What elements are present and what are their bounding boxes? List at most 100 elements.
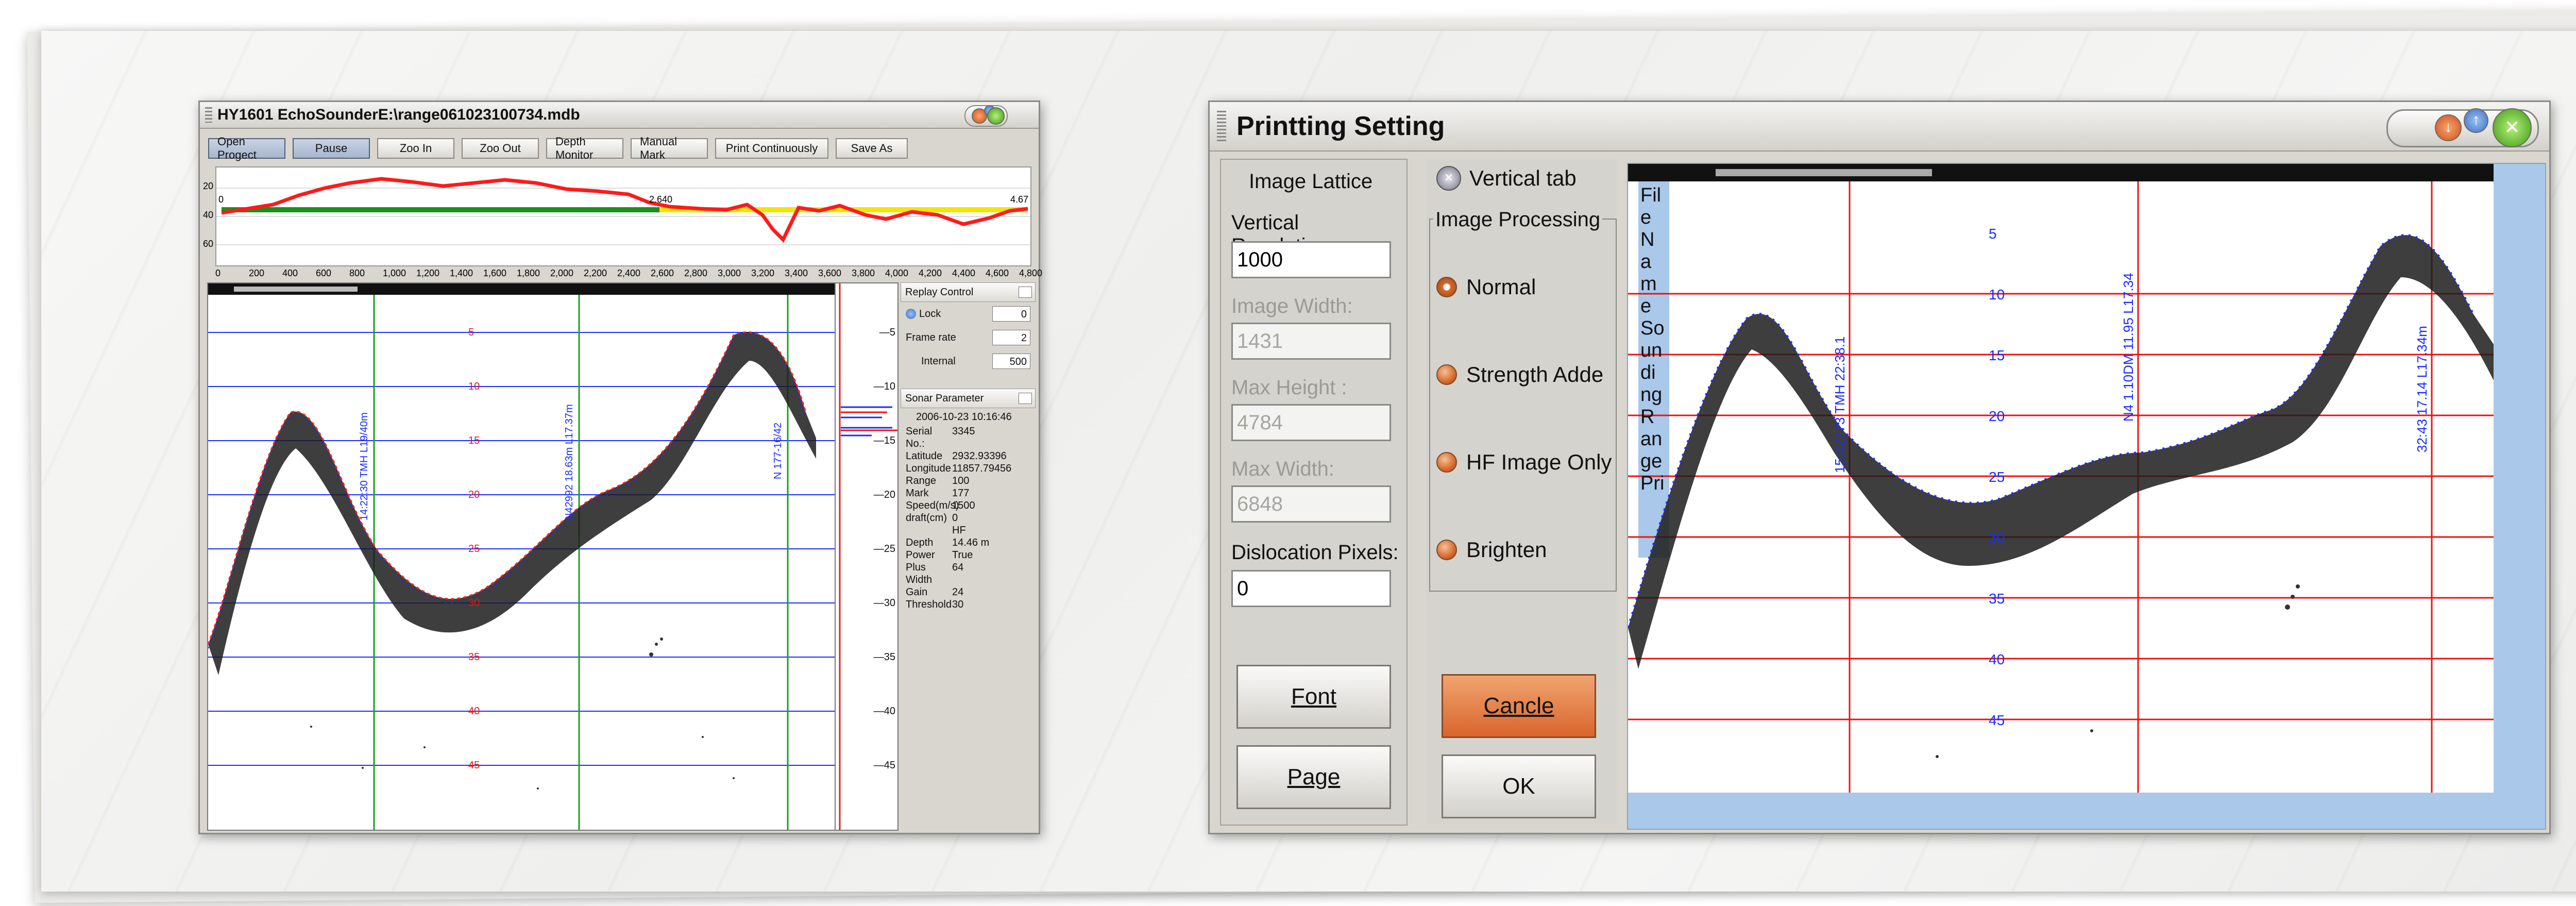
sonar-key: Power: [906, 549, 935, 561]
image-width-label: Image Width:: [1231, 295, 1353, 317]
preview-vertical-mark: 32:43 17.14 L17.34m: [2414, 326, 2430, 452]
radio-icon[interactable]: [1436, 452, 1457, 473]
ruler-tick: 4,200: [919, 268, 942, 278]
depth-monitor-button[interactable]: Depth Monitor: [546, 135, 623, 161]
sonar-key: Serial No.:: [906, 426, 933, 449]
option-label: HF Image Only: [1466, 450, 1612, 474]
zoom-out-button[interactable]: Zoo Out: [462, 138, 539, 159]
option-strength-added[interactable]: Strength Adde: [1436, 362, 1603, 387]
depth-label: 35: [468, 651, 480, 663]
internal-row: Internal 500: [901, 349, 1036, 373]
printing-setting-window: Printting Setting ↓ ↑ × Image Lattice Ve…: [1208, 100, 2551, 834]
sonar-value: 14.46 m: [952, 537, 990, 548]
radio-icon[interactable]: [1436, 364, 1457, 385]
sonar-parameter-row: Mark 177: [901, 487, 1036, 499]
preview-page: Fil e Na m e So un di ng Ran ge Pri 5 10 15 20 25 30 35 40…: [1628, 164, 2494, 793]
depth-label: 20: [468, 489, 480, 500]
vertical-tab-check-icon[interactable]: ×: [1436, 166, 1461, 191]
preview-depth-label: 15: [1989, 347, 2005, 363]
preview-filename-char: di: [1640, 362, 1656, 383]
sonar-parameter-row: HF: [901, 524, 1036, 536]
sonar-key: Range: [906, 475, 936, 486]
close-button[interactable]: [987, 107, 1005, 125]
ruler-tick: 2,600: [651, 268, 674, 278]
ruler-tick: 600: [316, 268, 332, 278]
replay-control-header[interactable]: Replay Control: [901, 282, 1036, 302]
save-as-button[interactable]: Save As: [836, 138, 908, 159]
sonar-parameter-row: Longitude 11857.79456: [901, 462, 1036, 475]
ruler-tick: 800: [349, 268, 365, 278]
zoom-in-button[interactable]: Zoo In: [377, 138, 454, 159]
sonar-parameter-row: Plus Width 64: [901, 561, 1036, 586]
print-continuously-button[interactable]: Print Continuously: [715, 138, 828, 159]
sonar-value: 64: [952, 562, 964, 573]
option-normal[interactable]: Normal: [1436, 275, 1536, 299]
echo-titlebar[interactable]: HY1601 EchoSounderE:\range061023100734.m…: [200, 102, 1039, 129]
dislocation-pixels-input[interactable]: 0: [1231, 570, 1391, 607]
ruler-tick: 1,200: [416, 268, 440, 278]
preview-filename-char: ge: [1640, 450, 1663, 472]
internal-spinner[interactable]: 500: [992, 354, 1030, 369]
lock-spinner[interactable]: 0: [992, 306, 1030, 322]
ruler-tick: 1,600: [483, 268, 507, 278]
preview-vertical-mark: N4 1.10DM 11.95 L17.34: [2121, 273, 2136, 422]
radio-icon[interactable]: [1436, 540, 1457, 560]
manual-mark-button[interactable]: Manual Mark: [631, 135, 708, 161]
grip-icon: [1217, 111, 1226, 142]
print-titlebar[interactable]: Printting Setting: [1210, 102, 2549, 152]
sonar-collapse-toggle[interactable]: [1019, 393, 1032, 404]
open-project-button[interactable]: Open Progect: [208, 135, 285, 161]
sonar-value: True: [952, 549, 973, 561]
ok-button[interactable]: OK: [1442, 754, 1596, 818]
option-label: Brighten: [1466, 538, 1547, 562]
preview-filename-column: Fil e Na m e So un di ng Ran ge Pri: [1640, 184, 1669, 495]
ruler-tick: 1,400: [450, 268, 473, 278]
sonar-timestamp: 2006-10-23 10:16:46: [916, 411, 1012, 423]
preview-filename-char: e: [1640, 295, 1652, 317]
strip-tick: 60: [203, 239, 214, 249]
lattice-panel: Image Lattice Vertical Resolution: 1000 …: [1220, 159, 1408, 826]
maximize-button[interactable]: ↑: [2464, 108, 2488, 133]
frame-rate-spinner[interactable]: 2: [992, 330, 1030, 345]
minimize-button[interactable]: ↓: [2435, 114, 2462, 141]
ruler-tick: 4,400: [952, 268, 976, 278]
sonar-value: 11857.79456: [952, 463, 1012, 474]
page-button[interactable]: Page: [1236, 745, 1391, 809]
option-hf-image-only[interactable]: HF Image Only: [1436, 450, 1612, 475]
sonar-value: 177: [952, 488, 970, 499]
strip-mid-label: 2.640: [649, 194, 673, 205]
sonar-parameter-row: Threshold 30: [901, 598, 1036, 611]
echo-toolbar: Open Progect Pause Zoo In Zoo Out Depth …: [208, 135, 908, 161]
font-button[interactable]: Font: [1236, 665, 1391, 729]
close-button[interactable]: ×: [2493, 108, 2532, 147]
vertical-tab-row[interactable]: × Vertical tab: [1436, 166, 1577, 191]
ruler-tick: 400: [282, 268, 298, 278]
sonar-value: 1500: [952, 500, 975, 511]
frame-rate-row: Frame rate 2: [901, 326, 1036, 349]
sonar-parameter-header[interactable]: Sonar Parameter: [901, 389, 1036, 408]
ruler-tick: 2,800: [684, 268, 708, 278]
sonar-parameter-row: Power True: [901, 549, 1036, 561]
echo-window-title: HY1601 EchoSounderE:\range061023100734.m…: [217, 106, 580, 123]
option-brighten[interactable]: Brighten: [1436, 538, 1547, 562]
radio-selected-icon[interactable]: [1436, 277, 1457, 297]
ruler-tick: 200: [249, 268, 265, 278]
side-depth-tick: —20: [873, 489, 895, 500]
processing-panel: × Vertical tab Image Processing Normal S…: [1426, 159, 1617, 824]
replay-collapse-toggle[interactable]: [1019, 287, 1032, 298]
cancel-button[interactable]: Cancle: [1442, 674, 1596, 738]
preview-depth-label: 25: [1989, 469, 2005, 485]
sonar-value: 100: [952, 475, 970, 486]
depth-label: 45: [468, 760, 480, 771]
replay-control-title: Replay Control: [905, 286, 974, 298]
ruler-tick: 1,000: [383, 268, 406, 278]
ruler-tick: 3,800: [852, 268, 875, 278]
pause-button[interactable]: Pause: [293, 138, 370, 159]
lock-radio-icon[interactable]: [906, 309, 916, 319]
vertical-resolution-input[interactable]: 1000: [1231, 241, 1391, 278]
preview-filename-char: m: [1640, 273, 1657, 295]
sonar-key: Longitude: [906, 463, 951, 474]
ruler-tick: 1,800: [517, 268, 540, 278]
vertical-tab-label: Vertical tab: [1469, 166, 1577, 190]
sonar-value: HF: [952, 525, 966, 536]
